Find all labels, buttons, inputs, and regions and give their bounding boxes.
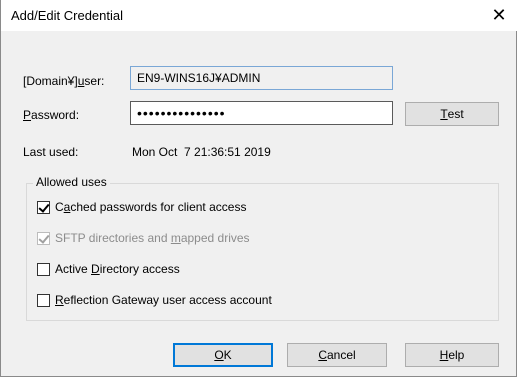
checkbox-unchecked-icon: [37, 293, 50, 307]
test-button[interactable]: Test: [405, 102, 499, 126]
password-label-suffix: assword:: [31, 108, 80, 122]
user-label-prefix: [Domain¥]: [23, 74, 78, 88]
sftp-directories-checkbox: SFTP directories and mapped drives: [37, 231, 250, 245]
active-directory-checkbox[interactable]: Active Directory access: [37, 262, 180, 276]
test-button-label: est: [447, 107, 464, 121]
checkbox-label-part: apped drives: [180, 231, 250, 245]
close-icon[interactable]: ✕: [480, 0, 518, 31]
checkbox-label-part: SFTP directories and: [55, 231, 171, 245]
ok-button-label: K: [223, 348, 232, 362]
password-label: Password:: [23, 108, 79, 122]
checkbox-label-part: irectory access: [99, 262, 180, 276]
ok-button[interactable]: OK: [173, 343, 273, 367]
checkbox-label: Cached passwords for client access: [55, 200, 246, 214]
user-label-suffix: ser:: [84, 74, 105, 88]
checkbox-label: Reflection Gateway user access account: [55, 293, 272, 307]
password-field-value: •••••••••••••••: [137, 105, 226, 121]
checkbox-label-accel: D: [91, 262, 100, 276]
checkbox-label-accel: R: [55, 293, 64, 307]
checkbox-label: Active Directory access: [55, 262, 180, 276]
help-button-accel: H: [439, 348, 449, 362]
last-used-value: Mon Oct 7 21:36:51 2019: [132, 145, 271, 159]
checkbox-label-part: C: [55, 200, 64, 214]
cancel-button[interactable]: Cancel: [287, 343, 387, 367]
password-label-accel: P: [23, 108, 32, 122]
checkbox-label-part: ched passwords for client access: [70, 200, 247, 214]
add-edit-credential-dialog: Add/Edit Credential ✕ [Domain¥]user: EN9…: [0, 0, 518, 377]
checkbox-label-part: eflection Gateway user access account: [63, 293, 272, 307]
checkbox-label-accel: m: [170, 231, 181, 245]
title-bar: Add/Edit Credential ✕: [1, 0, 518, 31]
user-field-value: EN9-WINS16J¥ADMIN: [137, 71, 261, 85]
ok-button-accel: O: [214, 348, 224, 362]
cancel-button-label: ancel: [326, 348, 356, 362]
user-label: [Domain¥]user:: [23, 74, 104, 88]
user-field[interactable]: EN9-WINS16J¥ADMIN: [130, 66, 393, 90]
checkbox-unchecked-icon: [37, 262, 50, 276]
checkbox-checked-icon: [37, 200, 50, 214]
password-field[interactable]: •••••••••••••••: [130, 101, 393, 125]
checkbox-label-part: Active: [55, 262, 92, 276]
cancel-button-accel: C: [318, 348, 327, 362]
checkbox-label: SFTP directories and mapped drives: [55, 231, 250, 245]
cached-passwords-checkbox[interactable]: Cached passwords for client access: [37, 200, 246, 214]
help-button-label: elp: [448, 348, 465, 362]
reflection-gateway-checkbox[interactable]: Reflection Gateway user access account: [37, 293, 272, 307]
last-used-label: Last used:: [23, 145, 79, 159]
checkbox-checked-icon: [37, 231, 50, 245]
dialog-title: Add/Edit Credential: [11, 8, 124, 23]
allowed-uses-label: Allowed uses: [33, 175, 110, 189]
test-button-accel: T: [440, 107, 448, 121]
help-button[interactable]: Help: [405, 343, 499, 367]
